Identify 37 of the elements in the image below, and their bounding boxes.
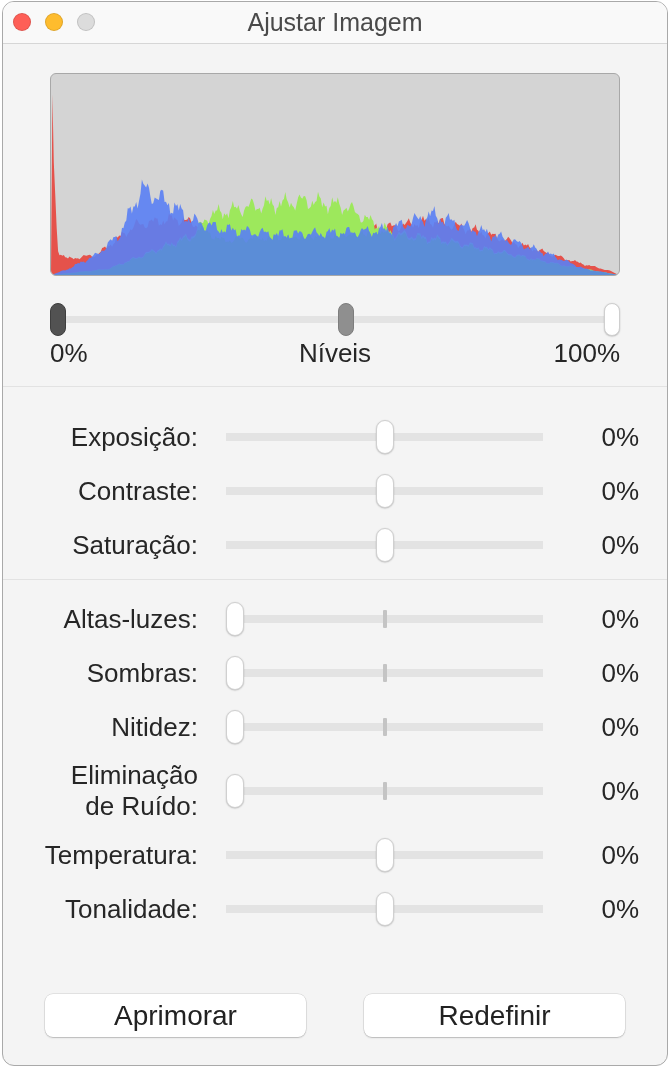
- slider-value: 0%: [601, 475, 639, 507]
- slider-thumb[interactable]: [226, 710, 244, 744]
- slider-label: Exposição:: [70, 421, 198, 453]
- levels-slider-thumb[interactable]: [338, 303, 355, 336]
- slider-thumb[interactable]: [375, 892, 394, 926]
- slider-value: 0%: [601, 421, 639, 453]
- slider-thumb[interactable]: [375, 838, 394, 872]
- slider-thumb[interactable]: [375, 420, 394, 454]
- slider-value: 0%: [601, 893, 639, 925]
- slider-label: Saturação:: [72, 529, 198, 561]
- window-title: Ajustar Imagem: [247, 8, 423, 37]
- reset-button[interactable]: Redefinir: [364, 994, 625, 1037]
- slider-value: 0%: [601, 839, 639, 871]
- slider-value: 0%: [601, 775, 639, 807]
- levels-max-label: 100%: [553, 339, 620, 367]
- slider-value: 0%: [601, 603, 639, 635]
- slider-thumb[interactable]: [226, 774, 244, 808]
- minimize-icon[interactable]: [45, 13, 63, 31]
- slider-label: Nitidez:: [111, 711, 198, 743]
- slider-value: 0%: [601, 711, 639, 743]
- close-icon[interactable]: [13, 13, 31, 31]
- slider-label: Tonalidade:: [65, 893, 198, 925]
- levels-slider-thumb[interactable]: [50, 303, 66, 336]
- slider-label: Temperatura:: [44, 839, 198, 871]
- enhance-button[interactable]: Aprimorar: [45, 994, 306, 1037]
- levels-min-label: 0%: [50, 339, 88, 367]
- slider-value: 0%: [601, 657, 639, 689]
- slider-thumb[interactable]: [375, 528, 394, 562]
- slider-thumb[interactable]: [226, 602, 244, 636]
- slider-label: Contraste:: [78, 475, 198, 507]
- slider-label: Altas-luzes:: [63, 603, 198, 635]
- slider-label: Sombras:: [86, 657, 198, 689]
- levels-label: Níveis: [298, 339, 372, 367]
- slider-value: 0%: [601, 529, 639, 561]
- slider-thumb[interactable]: [226, 656, 244, 690]
- slider-label: Eliminação de Ruído:: [70, 760, 198, 822]
- slider-thumb[interactable]: [375, 474, 394, 508]
